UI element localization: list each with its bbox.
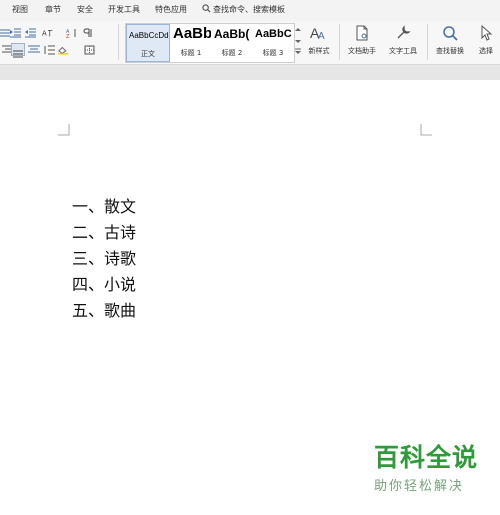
svg-text:A: A xyxy=(42,30,47,38)
decrease-indent-icon[interactable] xyxy=(10,28,22,38)
command-search-box[interactable]: 查找命令、搜索模板 xyxy=(213,4,285,16)
text-direction-icon[interactable]: A xyxy=(42,28,54,38)
sort-icon[interactable]: AZ xyxy=(66,28,78,38)
shading-icon[interactable] xyxy=(58,45,70,55)
select-label: 选择 xyxy=(479,47,493,55)
style-name: 标题 2 xyxy=(221,49,243,57)
document-icon xyxy=(356,25,368,41)
tab-chapter[interactable]: 章节 xyxy=(45,4,61,16)
separator xyxy=(339,24,340,60)
new-style-icon: AA xyxy=(310,25,325,41)
increase-indent-icon[interactable] xyxy=(25,28,37,38)
separator xyxy=(427,24,428,60)
svg-text:Z: Z xyxy=(66,34,70,38)
list-item[interactable]: 一、散文 xyxy=(72,194,136,220)
style-gallery-scroll-icon[interactable] xyxy=(295,27,301,55)
document-list: 一、散文 二、古诗 三、诗歌 四、小说 五、歌曲 xyxy=(72,194,136,324)
list-item[interactable]: 四、小说 xyxy=(72,272,136,298)
watermark-title: 百科全说 xyxy=(374,443,479,472)
borders-icon[interactable] xyxy=(84,45,96,55)
style-heading-2[interactable]: AaBb( 标题 2 xyxy=(212,24,252,62)
search-icon[interactable] xyxy=(202,4,211,13)
line-spacing-icon[interactable] xyxy=(44,45,56,55)
style-name: 正文 xyxy=(141,50,155,58)
text-tools-label: 文字工具 xyxy=(389,47,417,55)
style-heading-1[interactable]: AaBb 标题 1 xyxy=(171,24,211,62)
list-item[interactable]: 三、诗歌 xyxy=(72,246,136,272)
justify-icon xyxy=(13,50,23,58)
style-gallery: AaBbCcDd 正文 AaBb 标题 1 AaBb( 标题 2 AaBbC 标… xyxy=(125,23,295,63)
style-normal[interactable]: AaBbCcDd 正文 xyxy=(126,24,170,62)
style-sample: AaBb( xyxy=(214,27,250,41)
style-name: 标题 3 xyxy=(262,49,284,57)
text-tools-button[interactable]: 文字工具 xyxy=(382,21,424,63)
tab-view[interactable]: 视图 xyxy=(12,4,28,16)
cursor-icon xyxy=(481,25,493,41)
list-item[interactable]: 五、歌曲 xyxy=(72,298,136,324)
menu-bar: 视图 章节 安全 开发工具 特色应用 查找命令、搜索模板 xyxy=(0,0,500,21)
style-name: 标题 1 xyxy=(180,49,202,57)
tab-security[interactable]: 安全 xyxy=(77,4,93,16)
select-button[interactable]: 选择 xyxy=(472,21,500,63)
style-sample: AaBbCcDd xyxy=(129,31,169,40)
doc-assistant-button[interactable]: 文档助手 xyxy=(342,21,382,63)
justify-button[interactable] xyxy=(11,43,25,58)
new-style-button[interactable]: AA 新样式 xyxy=(302,21,336,63)
watermark-logo: 百科全说 助你轻松解决 xyxy=(374,438,494,494)
find-replace-button[interactable]: 查找替换 xyxy=(430,21,470,63)
watermark-subtitle: 助你轻松解决 xyxy=(374,479,465,494)
new-style-label: 新样式 xyxy=(308,47,330,55)
show-marks-icon[interactable] xyxy=(82,28,94,38)
page-margin-corner-top-left xyxy=(58,124,70,136)
doc-assistant-label: 文档助手 xyxy=(348,47,376,55)
tab-special-apps[interactable]: 特色应用 xyxy=(155,4,187,16)
page-margin-corner-top-right xyxy=(420,124,432,136)
svg-text:A: A xyxy=(318,31,325,41)
list-item[interactable]: 二、古诗 xyxy=(72,220,136,246)
style-sample: AaBb xyxy=(173,25,211,42)
magnifier-icon xyxy=(443,26,458,41)
style-sample: AaBbC xyxy=(255,28,292,40)
wrench-icon xyxy=(397,25,411,39)
ribbon-toolbar: A AZ AaBbCcDd 正文 AaBb 标题 1 AaBb( 标题 2 Aa… xyxy=(0,21,500,65)
find-replace-label: 查找替换 xyxy=(436,47,464,55)
distributed-align-icon[interactable] xyxy=(28,45,40,55)
separator xyxy=(118,24,119,60)
style-heading-3[interactable]: AaBbC 标题 3 xyxy=(253,24,293,62)
tab-developer-tools[interactable]: 开发工具 xyxy=(108,4,140,16)
